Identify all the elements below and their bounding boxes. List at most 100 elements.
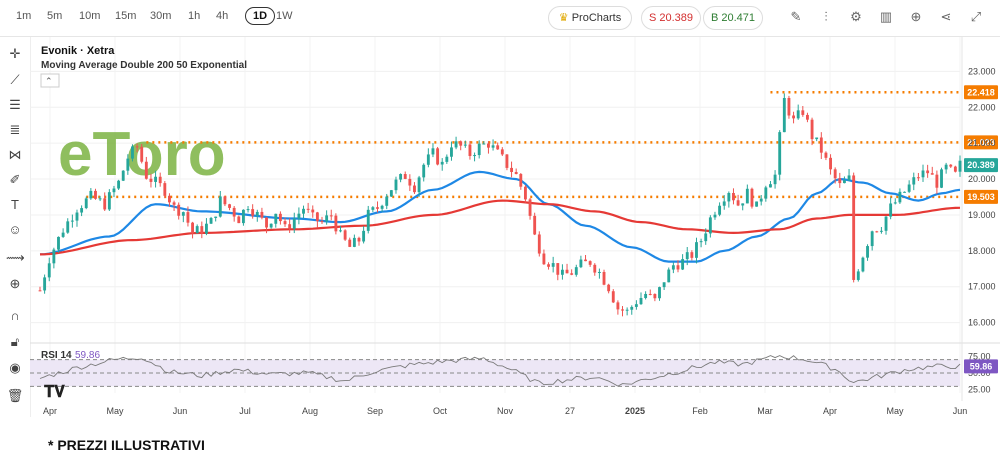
candle-body	[856, 271, 860, 280]
lock-icon[interactable]: 🔓︎	[6, 333, 24, 351]
candle-body	[667, 269, 671, 283]
candle-body	[413, 185, 416, 193]
horizontal-lines-icon[interactable]: ☰	[6, 96, 24, 114]
candle-body	[394, 179, 398, 191]
candle-body	[260, 211, 264, 218]
bars-icon[interactable]: ▥	[878, 9, 894, 25]
candle-body	[736, 200, 740, 206]
chevron-up-icon: ⌃	[45, 76, 53, 86]
timeframe-4h[interactable]: 4h	[216, 10, 228, 22]
candle-body	[482, 143, 486, 145]
candle-body	[473, 155, 477, 157]
magnet-icon[interactable]: ∩	[6, 307, 24, 325]
candle-body	[593, 264, 597, 273]
candles-icon[interactable]: ⫶	[818, 9, 834, 25]
candle-body	[140, 146, 144, 162]
add-icon[interactable]: ⊕	[908, 9, 924, 25]
sell-price-button[interactable]: S 20.389	[641, 6, 701, 30]
rsi-value: 59.86	[75, 350, 100, 361]
last-price-label: 20.389	[967, 160, 995, 170]
candle-body	[574, 267, 578, 275]
symbol-title: Evonik · Xetra	[41, 45, 115, 57]
candle-body	[163, 183, 167, 196]
candle-body	[149, 178, 153, 182]
candle-body	[131, 146, 134, 159]
timeframe-1w[interactable]: 1W	[276, 10, 293, 22]
candle-body	[459, 141, 463, 146]
timeframe-1d[interactable]: 1D	[245, 7, 276, 25]
candle-body	[241, 209, 245, 224]
brush-icon[interactable]: ✐	[6, 171, 24, 189]
timeframe-5m[interactable]: 5m	[47, 10, 62, 22]
trash-icon[interactable]: 🗑︎	[6, 387, 24, 405]
candle-body	[759, 198, 763, 202]
candle-body	[681, 259, 685, 270]
emoji-icon[interactable]: ☺	[6, 221, 24, 239]
eye-icon[interactable]: ◉	[6, 359, 24, 377]
candle-body	[468, 144, 472, 156]
candle-body	[436, 148, 440, 165]
candle-body	[912, 177, 916, 185]
candle-body	[570, 273, 574, 275]
zoom-in-icon[interactable]: ⊕	[6, 275, 24, 293]
y-tick-label: 21.000	[968, 138, 996, 148]
candle-body	[181, 212, 185, 216]
candle-body	[597, 271, 601, 273]
candle-body	[112, 188, 116, 193]
timeframe-10m[interactable]: 10m	[79, 10, 100, 22]
candle-body	[195, 226, 199, 234]
candle-body	[154, 176, 158, 182]
y-tick-label: 17.000	[968, 282, 996, 292]
trendline-icon[interactable]: ⟋	[6, 71, 24, 89]
x-tick-label: May	[106, 406, 124, 416]
candle-body	[685, 252, 689, 260]
candle-body	[745, 188, 749, 204]
candle-body	[607, 284, 611, 292]
buy-price-button[interactable]: B 20.471	[703, 6, 763, 30]
ruler-icon[interactable]: ⟿	[6, 249, 25, 267]
procharts-button[interactable]: ♛ ProCharts	[548, 6, 632, 30]
candle-body	[121, 170, 125, 181]
candle-body	[792, 115, 796, 119]
candle-body	[94, 190, 97, 199]
candle-body	[228, 204, 231, 208]
buy-price: B 20.471	[710, 12, 756, 24]
candle-body	[158, 176, 162, 184]
timeframe-30m[interactable]: 30m	[150, 10, 171, 22]
fullscreen-icon[interactable]: ⤢	[968, 9, 984, 25]
candle-body	[528, 199, 532, 216]
candle-body	[916, 177, 920, 179]
pattern-icon[interactable]: ⋈	[6, 146, 24, 164]
gear-icon[interactable]: ⚙	[848, 9, 864, 25]
candle-body	[297, 213, 301, 219]
candle-body	[658, 287, 661, 299]
candle-body	[944, 164, 948, 170]
candle-body	[246, 209, 250, 211]
candle-body	[889, 203, 893, 217]
candle-body	[815, 137, 819, 140]
candle-body	[98, 198, 102, 200]
text-icon[interactable]: T	[6, 196, 24, 214]
candle-body	[671, 265, 675, 270]
candle-body	[186, 212, 190, 223]
candle-body	[639, 298, 643, 305]
candle-body	[565, 269, 569, 274]
candle-body	[204, 223, 208, 234]
crosshair-icon[interactable]: ✛	[6, 45, 24, 63]
candle-body	[782, 97, 786, 133]
pencil-icon[interactable]: ✎	[788, 9, 804, 25]
fib-icon[interactable]: ≣	[6, 121, 24, 139]
candle-body	[302, 208, 305, 214]
candle-body	[408, 178, 412, 186]
share-icon[interactable]: ⋖	[938, 9, 954, 25]
timeframe-1m[interactable]: 1m	[16, 10, 31, 22]
timeframe-15m[interactable]: 15m	[115, 10, 136, 22]
y-tick-label: 18.000	[968, 246, 996, 256]
candle-body	[523, 186, 527, 200]
timeframe-1h[interactable]: 1h	[188, 10, 200, 22]
candle-body	[537, 234, 541, 254]
candle-body	[487, 143, 490, 148]
candle-body	[644, 293, 648, 299]
candle-body	[376, 207, 379, 209]
price-chart[interactable]: eToro 22.41821.02319.503 16.00017.00018.…	[30, 37, 1000, 427]
